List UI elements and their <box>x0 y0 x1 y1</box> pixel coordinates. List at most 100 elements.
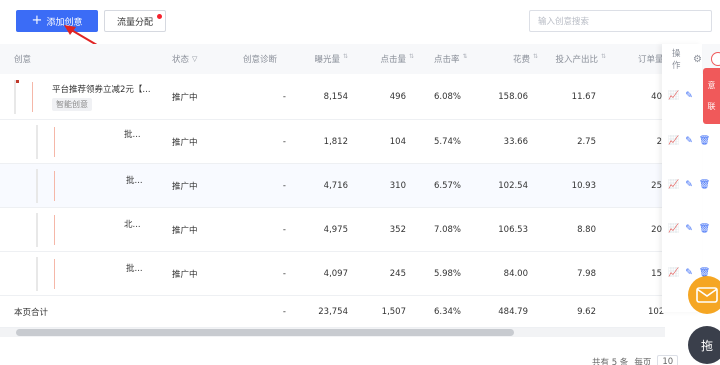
edit-icon[interactable]: ✎ <box>685 180 693 190</box>
delete-icon[interactable]: 🗑 <box>699 224 710 234</box>
creative-thumbnail[interactable] <box>36 169 70 203</box>
table-row: 批... 推广中 - 4,716 310 6.57% 102.54 10.93 … <box>0 164 665 208</box>
status-text: 推广中 <box>172 181 198 192</box>
table-row: 平台推荐领券立减2元【... 智能创意 推广中 - 8,154 496 6.08… <box>0 74 665 120</box>
table-row: 批... 推广中 - 1,812 104 5.74% 33.66 2.75 2 <box>0 120 665 164</box>
actions-column: 操作 ⚙ 📈 ✎ 📈 ✎ 🗑 📈 ✎ 🗑 📈 ✎ 🗑 📈 ✎ 🗑 <box>662 44 710 312</box>
roi-value: 11.67 <box>571 91 596 102</box>
total-roi: 9.62 <box>577 306 596 317</box>
edit-icon[interactable]: ✎ <box>685 224 693 234</box>
contact-side-tab[interactable]: 意 联 <box>703 68 720 124</box>
total-label: 本页合计 <box>14 307 49 318</box>
clicks-value: 496 <box>389 91 406 102</box>
sort-icon: ⇅ <box>533 53 539 60</box>
edit-icon[interactable]: ✎ <box>685 268 693 278</box>
plus-icon: + <box>31 13 43 28</box>
chart-icon[interactable]: 📈 <box>668 268 679 278</box>
sort-icon: ⇅ <box>343 53 349 60</box>
drag-float-button[interactable]: 拖 <box>688 326 720 364</box>
diagnosis-value: - <box>282 268 286 279</box>
mail-icon <box>696 287 718 303</box>
col-ctr-label: 点击率 <box>434 55 460 65</box>
search-placeholder: 输入创意搜索 <box>538 17 590 27</box>
sort-icon: ⇅ <box>409 53 415 60</box>
creative-title[interactable]: 批... <box>126 246 143 289</box>
roi-value: 8.80 <box>577 224 596 235</box>
creative-title[interactable]: 批... <box>124 112 141 155</box>
sort-icon: ⇅ <box>462 53 468 60</box>
orders-value: 20 <box>651 224 662 235</box>
total-ctr: 6.34% <box>434 306 462 317</box>
col-cost-label: 花费 <box>512 55 530 65</box>
impressions-value: 1,812 <box>323 136 348 147</box>
impressions-value: 4,716 <box>323 180 348 191</box>
impressions-value: 8,154 <box>323 91 348 102</box>
clicks-value: 104 <box>389 136 406 147</box>
creative-thumbnail[interactable] <box>14 80 48 114</box>
toolbar: + 添加创意 流量分配 输入创意搜索 <box>0 0 720 42</box>
traffic-allocation-button[interactable]: 流量分配 <box>104 10 166 32</box>
status-text: 推广中 <box>172 225 198 236</box>
edit-icon[interactable]: ✎ <box>685 136 693 146</box>
total-impressions: 23,754 <box>318 306 348 317</box>
ctr-value: 6.08% <box>434 91 462 102</box>
col-roi[interactable]: 投入产出比 ⇅ <box>550 44 606 74</box>
roi-value: 7.98 <box>577 268 596 279</box>
horizontal-scrollbar[interactable] <box>0 328 665 337</box>
actions-header: 操作 ⚙ <box>672 44 702 74</box>
delete-icon[interactable]: 🗑 <box>699 180 710 190</box>
creative-tag: 智能创意 <box>52 97 92 111</box>
impressions-value: 4,097 <box>323 268 348 279</box>
ctr-value: 5.74% <box>434 136 462 147</box>
diagnosis-value: - <box>282 224 286 235</box>
delete-icon[interactable]: 🗑 <box>699 136 710 146</box>
status-text: 推广中 <box>172 269 198 280</box>
chart-icon[interactable]: 📈 <box>668 136 679 146</box>
status-text: 推广中 <box>172 92 198 103</box>
col-orders: 订单量 <box>638 55 664 65</box>
add-creative-button[interactable]: + 添加创意 <box>16 10 98 32</box>
col-cost[interactable]: 花费 ⇅ <box>490 44 538 74</box>
col-clicks-label: 点击量 <box>380 55 406 65</box>
creative-title[interactable]: 北... <box>124 202 141 245</box>
cost-value: 33.66 <box>503 136 528 147</box>
creative-thumbnail[interactable] <box>36 213 70 247</box>
table-row: 北... 推广中 - 4,975 352 7.08% 106.53 8.80 2… <box>0 208 665 252</box>
chart-icon[interactable]: 📈 <box>668 224 679 234</box>
message-button[interactable] <box>688 276 720 314</box>
cost-value: 102.54 <box>498 180 528 191</box>
roi-value: 2.75 <box>577 136 596 147</box>
sort-icon: ⇅ <box>601 53 607 60</box>
per-page-label: 每页 <box>634 358 652 365</box>
chart-icon[interactable]: 📈 <box>668 91 679 101</box>
scrollbar-thumb[interactable] <box>16 329 514 336</box>
creative-search-input[interactable]: 输入创意搜索 <box>529 10 712 32</box>
creative-title[interactable]: 批... <box>126 158 143 201</box>
diagnosis-value: - <box>282 180 286 191</box>
col-creative: 创意 <box>14 55 32 65</box>
edit-icon[interactable]: ✎ <box>685 91 693 101</box>
creative-title[interactable]: 平台推荐领券立减2元【... <box>52 83 151 95</box>
creative-thumbnail[interactable] <box>36 257 70 291</box>
chart-icon[interactable]: 📈 <box>668 180 679 190</box>
cost-value: 106.53 <box>498 224 528 235</box>
creative-thumbnail[interactable] <box>36 125 70 159</box>
orders-value: 40 <box>651 91 662 102</box>
col-status-label: 状态 <box>172 55 190 65</box>
page-size-select[interactable]: 10 <box>657 355 679 365</box>
side-circle-icon[interactable] <box>711 52 720 66</box>
total-count: 共有 5 条 <box>592 358 629 365</box>
total-row: 本页合计 - 23,754 1,507 6.34% 484.79 9.62 10… <box>0 296 665 328</box>
col-clicks[interactable]: 点击量 ⇅ <box>366 44 414 74</box>
table-header: 创意 状态 ▽ 创意诊断 曝光量 ⇅ 点击量 ⇅ 点击率 ⇅ 花费 ⇅ 投入产出比 ⇅ 订… <box>0 44 720 74</box>
ctr-value: 5.98% <box>434 268 462 279</box>
col-impressions[interactable]: 曝光量 ⇅ <box>300 44 348 74</box>
col-ctr[interactable]: 点击率 ⇅ <box>434 44 468 74</box>
col-status[interactable]: 状态 ▽ <box>172 44 197 74</box>
gear-icon[interactable]: ⚙ <box>693 54 702 65</box>
creative-table: 创意 状态 ▽ 创意诊断 曝光量 ⇅ 点击量 ⇅ 点击率 ⇅ 花费 ⇅ 投入产出比 ⇅ 订… <box>0 44 720 328</box>
filter-icon[interactable]: ▽ <box>192 55 197 63</box>
traffic-allocation-label: 流量分配 <box>116 17 153 28</box>
impressions-value: 4,975 <box>323 224 348 235</box>
total-diagnosis: - <box>282 306 286 317</box>
